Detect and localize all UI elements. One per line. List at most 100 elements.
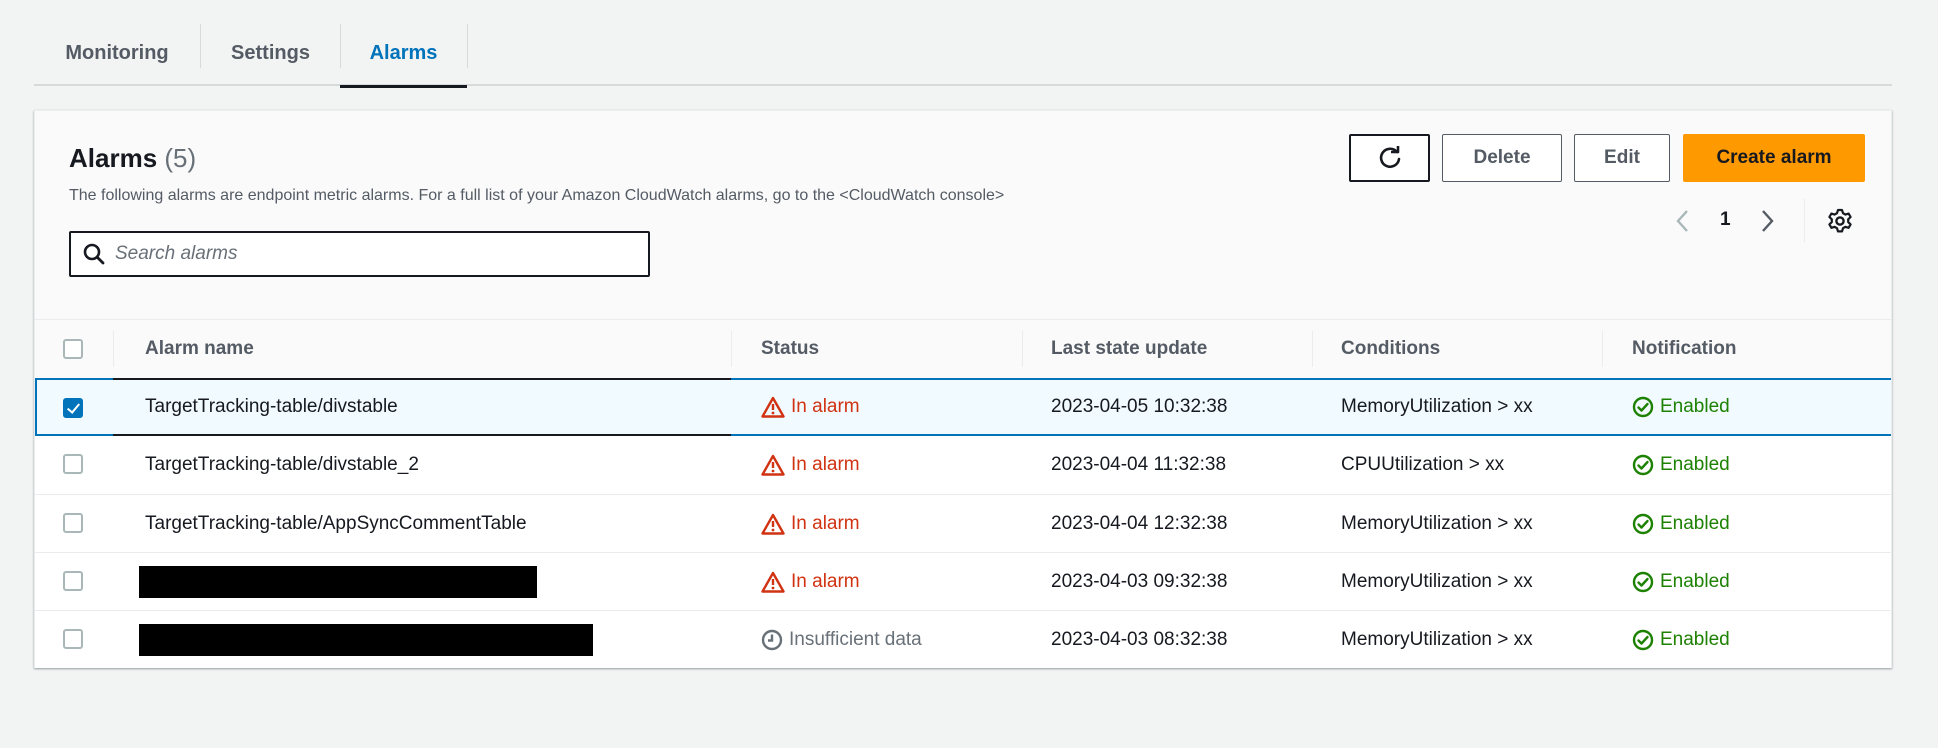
status-cell: In alarm — [761, 380, 860, 434]
alarm-name-cell: TargetTracking-table/divstable_2 — [145, 436, 419, 494]
status-text: In alarm — [791, 512, 860, 534]
notification-text: Enabled — [1660, 628, 1730, 650]
notification-cell: Enabled — [1632, 380, 1730, 434]
row-checkbox[interactable] — [63, 513, 83, 533]
alarm-name[interactable]: TargetTracking-table/divstable_2 — [145, 454, 419, 476]
alarms-panel: Alarms (5) The following alarms are endp… — [34, 110, 1892, 668]
row-checkbox[interactable] — [63, 454, 83, 474]
last-update-cell: 2023-04-03 09:32:38 — [1051, 570, 1228, 592]
create-alarm-button[interactable]: Create alarm — [1683, 134, 1865, 182]
notification-cell: Enabled — [1632, 436, 1730, 494]
search-field[interactable] — [69, 231, 650, 277]
tab-divider — [467, 24, 468, 68]
column-header-notification[interactable]: Notification — [1632, 320, 1737, 378]
conditions-cell: MemoryUtilization > xx — [1341, 396, 1533, 417]
row-checkbox[interactable] — [63, 571, 83, 591]
chevron-right-icon[interactable] — [1759, 208, 1775, 241]
alarm-name-cell: TargetTracking-table/AppSyncCommentTable — [145, 495, 527, 552]
conditions-cell: MemoryUtilization > xx — [1341, 628, 1533, 650]
status-text: In alarm — [791, 570, 860, 592]
table-header: Alarm name Status Last state update Cond… — [35, 319, 1891, 378]
notification-text: Enabled — [1660, 570, 1730, 592]
clock-icon — [761, 629, 783, 650]
column-header-last-state-update[interactable]: Last state update — [1051, 320, 1207, 378]
column-header-status[interactable]: Status — [761, 320, 819, 378]
column-divider — [1602, 331, 1603, 367]
status-cell: In alarm — [761, 495, 860, 552]
notification-badge: Enabled — [1632, 629, 1730, 651]
alarm-count: (5) — [164, 143, 197, 173]
table-row[interactable]: Insufficient data 2023-04-03 08:32:38 Me… — [35, 610, 1891, 668]
status-text: Insufficient data — [789, 628, 922, 650]
edit-button[interactable]: Edit — [1574, 134, 1670, 182]
column-divider — [1312, 331, 1313, 367]
status-badge: In alarm — [761, 454, 860, 476]
alarms-table: Alarm name Status Last state update Cond… — [35, 319, 1891, 668]
select-all-checkbox[interactable] — [63, 339, 83, 359]
search-icon — [83, 243, 105, 265]
table-row[interactable]: TargetTracking-table/divstable_2 In alar… — [35, 436, 1891, 494]
tab-settings[interactable]: Settings — [201, 20, 340, 86]
column-header-conditions[interactable]: Conditions — [1341, 320, 1440, 378]
status-badge: In alarm — [761, 571, 860, 593]
panel-title: Alarms (5) — [69, 143, 196, 174]
panel-title-text: Alarms — [69, 143, 158, 173]
warning-icon — [761, 454, 785, 476]
alarm-name[interactable]: TargetTracking-table/AppSyncCommentTable — [145, 513, 527, 535]
table-body: TargetTracking-table/divstable In alarm … — [35, 378, 1891, 668]
status-badge: In alarm — [761, 513, 860, 535]
alarm-name-cell: TargetTracking-table/divstable — [145, 380, 398, 434]
status-text: In alarm — [791, 396, 860, 417]
column-divider — [731, 331, 732, 367]
status-badge: Insufficient data — [761, 629, 922, 651]
warning-icon — [761, 396, 785, 418]
tab-alarms[interactable]: Alarms — [340, 20, 467, 88]
check-circle-icon — [1632, 571, 1654, 592]
page-number-button[interactable]: 1 — [1720, 209, 1731, 231]
tab-monitoring[interactable]: Monitoring — [34, 20, 200, 86]
conditions-cell: MemoryUtilization > xx — [1341, 512, 1533, 534]
notification-text: Enabled — [1660, 396, 1730, 417]
column-header-alarm-name[interactable]: Alarm name — [145, 320, 254, 378]
alarm-name-cell — [139, 611, 593, 668]
notification-badge: Enabled — [1632, 513, 1730, 535]
refresh-icon — [1379, 146, 1400, 169]
row-checkbox[interactable] — [63, 398, 83, 418]
conditions-cell: CPUUtilization > xx — [1341, 454, 1505, 475]
gear-icon[interactable] — [1827, 208, 1853, 239]
last-update-cell: 2023-04-03 08:32:38 — [1051, 628, 1228, 650]
redacted-alarm-name[interactable] — [139, 623, 593, 656]
last-update-cell: 2023-04-05 10:32:38 — [1051, 396, 1228, 417]
status-badge: In alarm — [761, 396, 860, 418]
table-row[interactable]: In alarm 2023-04-03 09:32:38 MemoryUtili… — [35, 552, 1891, 610]
check-circle-icon — [1632, 454, 1654, 476]
check-circle-icon — [1632, 513, 1654, 534]
table-row[interactable]: TargetTracking-table/divstable In alarm … — [35, 378, 1891, 436]
notification-badge: Enabled — [1632, 396, 1730, 418]
chevron-left-icon[interactable] — [1675, 208, 1691, 241]
notification-text: Enabled — [1660, 454, 1730, 475]
notification-cell: Enabled — [1632, 553, 1730, 610]
table-row[interactable]: TargetTracking-table/AppSyncCommentTable… — [35, 494, 1891, 552]
refresh-button[interactable] — [1349, 134, 1430, 182]
search-input[interactable] — [115, 243, 615, 265]
last-update-cell: 2023-04-04 11:32:38 — [1051, 454, 1227, 475]
alarm-name[interactable]: TargetTracking-table/divstable — [145, 396, 398, 418]
check-circle-icon — [1632, 629, 1654, 650]
redacted-alarm-name[interactable] — [139, 565, 537, 598]
notification-text: Enabled — [1660, 512, 1730, 534]
warning-icon — [761, 513, 785, 535]
status-cell: In alarm — [761, 553, 860, 610]
panel-description: The following alarms are endpoint metric… — [69, 187, 1005, 204]
notification-badge: Enabled — [1632, 571, 1730, 593]
notification-cell: Enabled — [1632, 611, 1730, 668]
notification-cell: Enabled — [1632, 495, 1730, 552]
conditions-cell: MemoryUtilization > xx — [1341, 570, 1533, 592]
row-checkbox[interactable] — [63, 629, 83, 649]
delete-button[interactable]: Delete — [1442, 134, 1562, 182]
warning-icon — [761, 571, 785, 593]
pagination-divider — [1804, 199, 1805, 243]
check-circle-icon — [1632, 396, 1654, 418]
last-update-cell: 2023-04-04 12:32:38 — [1051, 512, 1228, 534]
status-cell: Insufficient data — [761, 611, 922, 668]
